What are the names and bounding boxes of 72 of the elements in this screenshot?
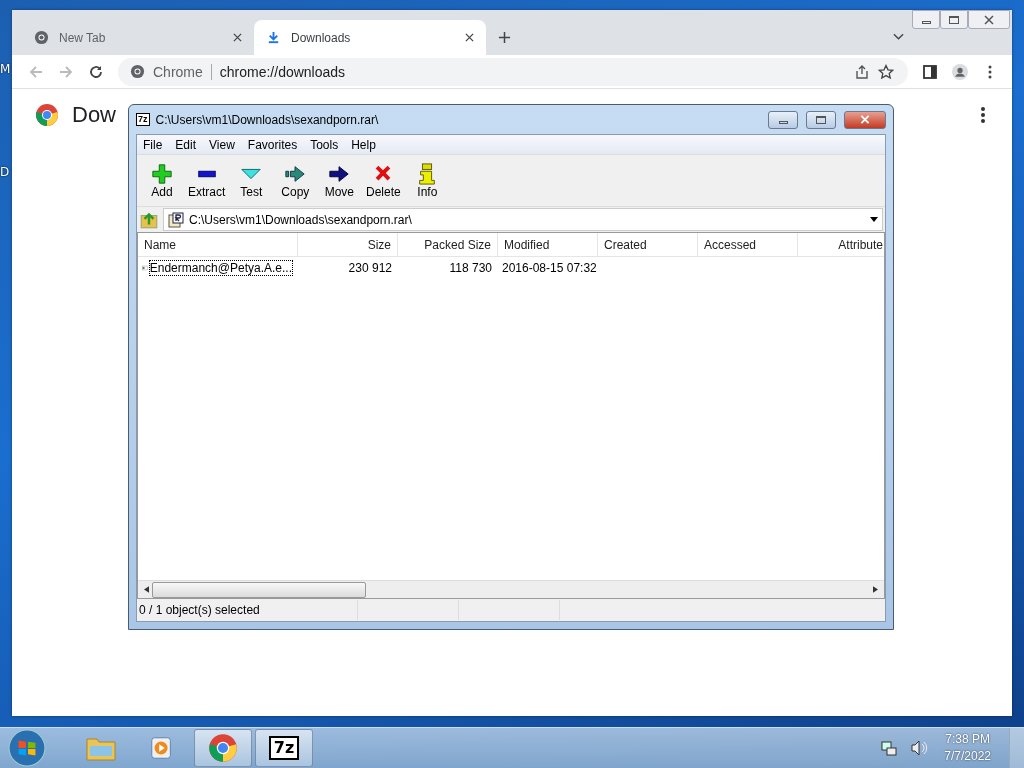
new-tab-icon[interactable]	[498, 31, 511, 44]
close-icon	[860, 115, 870, 124]
table-cell: 2016-08-15 07:32	[502, 261, 597, 275]
close-button[interactable]	[844, 110, 886, 129]
scroll-left-icon[interactable]	[144, 586, 149, 593]
chrome-icon	[34, 30, 49, 45]
close-icon[interactable]	[233, 33, 242, 42]
maximize-button[interactable]	[806, 110, 836, 129]
toolbar-button[interactable]: Copy	[274, 162, 317, 199]
toolbar-button[interactable]: Add	[141, 162, 183, 199]
app-logo: 7z	[136, 113, 150, 126]
close-icon	[984, 14, 994, 25]
more-icon[interactable]	[980, 106, 986, 124]
window-title: C:\Users\vm1\Downloads\sexandporn.rar\	[155, 112, 379, 127]
taskbar-app[interactable]	[194, 729, 252, 767]
desktop-icon-label[interactable]: D	[0, 165, 10, 179]
menu-item[interactable]: Favorites	[247, 137, 298, 152]
url-text: chrome://downloads	[219, 63, 346, 80]
horizontal-scrollbar[interactable]	[138, 580, 884, 598]
page-title: Dow	[72, 103, 116, 127]
folder-icon	[86, 735, 116, 761]
scroll-right-icon[interactable]	[873, 586, 878, 593]
taskbar-app[interactable]: 7z	[255, 729, 313, 767]
menu-item[interactable]: Help	[351, 137, 376, 152]
maximize-button[interactable]	[940, 10, 968, 29]
file-name: Endermanch@Petya.A.e...	[149, 261, 292, 275]
toolbar-button[interactable]: Test	[230, 162, 273, 199]
column-header[interactable]: Modified	[498, 233, 598, 256]
toolbar-button[interactable]: Info	[406, 162, 449, 199]
menu-item[interactable]: Tools	[310, 137, 339, 152]
chrome-logo-icon	[35, 103, 59, 127]
volume-icon[interactable]	[910, 739, 929, 757]
column-header[interactable]: Created	[598, 233, 698, 256]
table-cell: 118 730	[449, 261, 492, 275]
column-header[interactable]: Packed Size	[398, 233, 498, 256]
minimize-button[interactable]	[912, 10, 940, 29]
column-header[interactable]: Name	[138, 233, 298, 256]
star-icon[interactable]	[878, 63, 894, 80]
toolbar-button[interactable]: Move	[318, 162, 361, 199]
toolbar-button[interactable]: Delete	[362, 162, 405, 199]
side-panel-icon[interactable]	[922, 63, 938, 80]
network-icon[interactable]	[880, 739, 899, 757]
address-bar[interactable]: Chrome chrome://downloads	[118, 57, 908, 86]
chrome-logo-icon	[208, 733, 238, 763]
chevron-down-icon[interactable]	[893, 33, 904, 41]
archive-icon	[168, 211, 184, 228]
download-icon	[266, 30, 281, 45]
scroll-thumb[interactable]	[152, 582, 366, 598]
close-icon[interactable]	[465, 33, 474, 42]
column-header[interactable]: Size	[298, 233, 398, 256]
path-field[interactable]: C:\Users\vm1\Downloads\sexandporn.rar\	[163, 208, 883, 231]
profile-icon[interactable]	[952, 63, 968, 80]
menu-item[interactable]: Edit	[175, 137, 197, 152]
desktop-icon-label[interactable]: M	[0, 62, 11, 76]
chrome-icon	[130, 64, 145, 79]
minimize-button[interactable]	[768, 110, 798, 129]
column-header[interactable]: Attribute	[798, 233, 884, 256]
start-button[interactable]	[8, 729, 46, 767]
toolbar-button[interactable]: Extract	[185, 162, 229, 199]
dropdown-arrow-icon[interactable]	[870, 217, 878, 222]
reload-icon[interactable]	[88, 63, 104, 80]
menu-item[interactable]: View	[209, 137, 235, 152]
table-cell: 230 912	[348, 261, 392, 275]
site-label: Chrome	[153, 63, 203, 80]
file-row[interactable]: Endermanch@Petya.A.e... 230 912 118 730 2016-08-15 07:32	[138, 257, 884, 279]
status-text: 0 / 1 object(s) selected	[138, 603, 261, 617]
browser-tab[interactable]: Downloads	[254, 20, 486, 55]
column-header[interactable]: Accessed	[698, 233, 798, 256]
browser-tab[interactable]: New Tab	[22, 20, 254, 55]
share-icon[interactable]	[854, 63, 870, 80]
menu-item[interactable]: File	[143, 137, 163, 152]
plus-icon	[150, 162, 174, 185]
